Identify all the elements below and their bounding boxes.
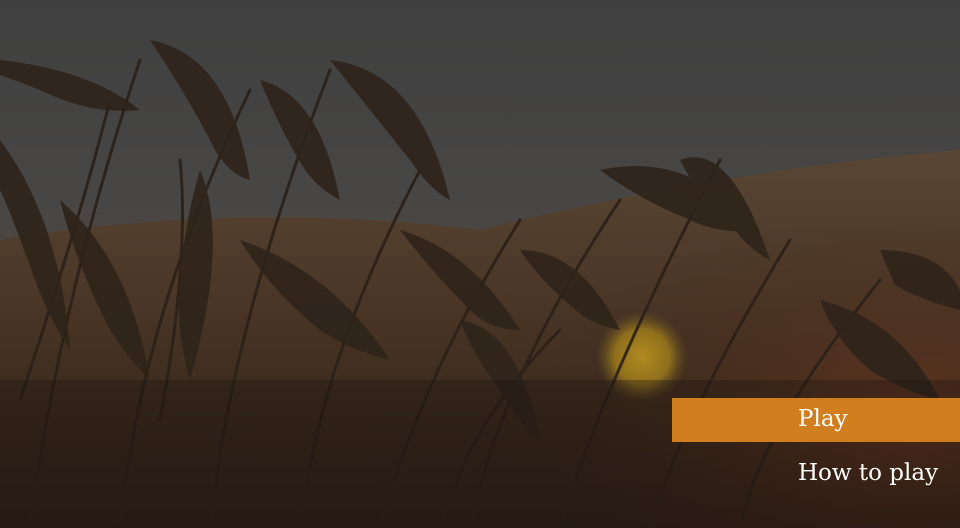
- play-button[interactable]: Play: [672, 398, 960, 442]
- how-to-play-button[interactable]: How to play: [672, 452, 960, 496]
- main-menu: Play How to play: [672, 398, 960, 496]
